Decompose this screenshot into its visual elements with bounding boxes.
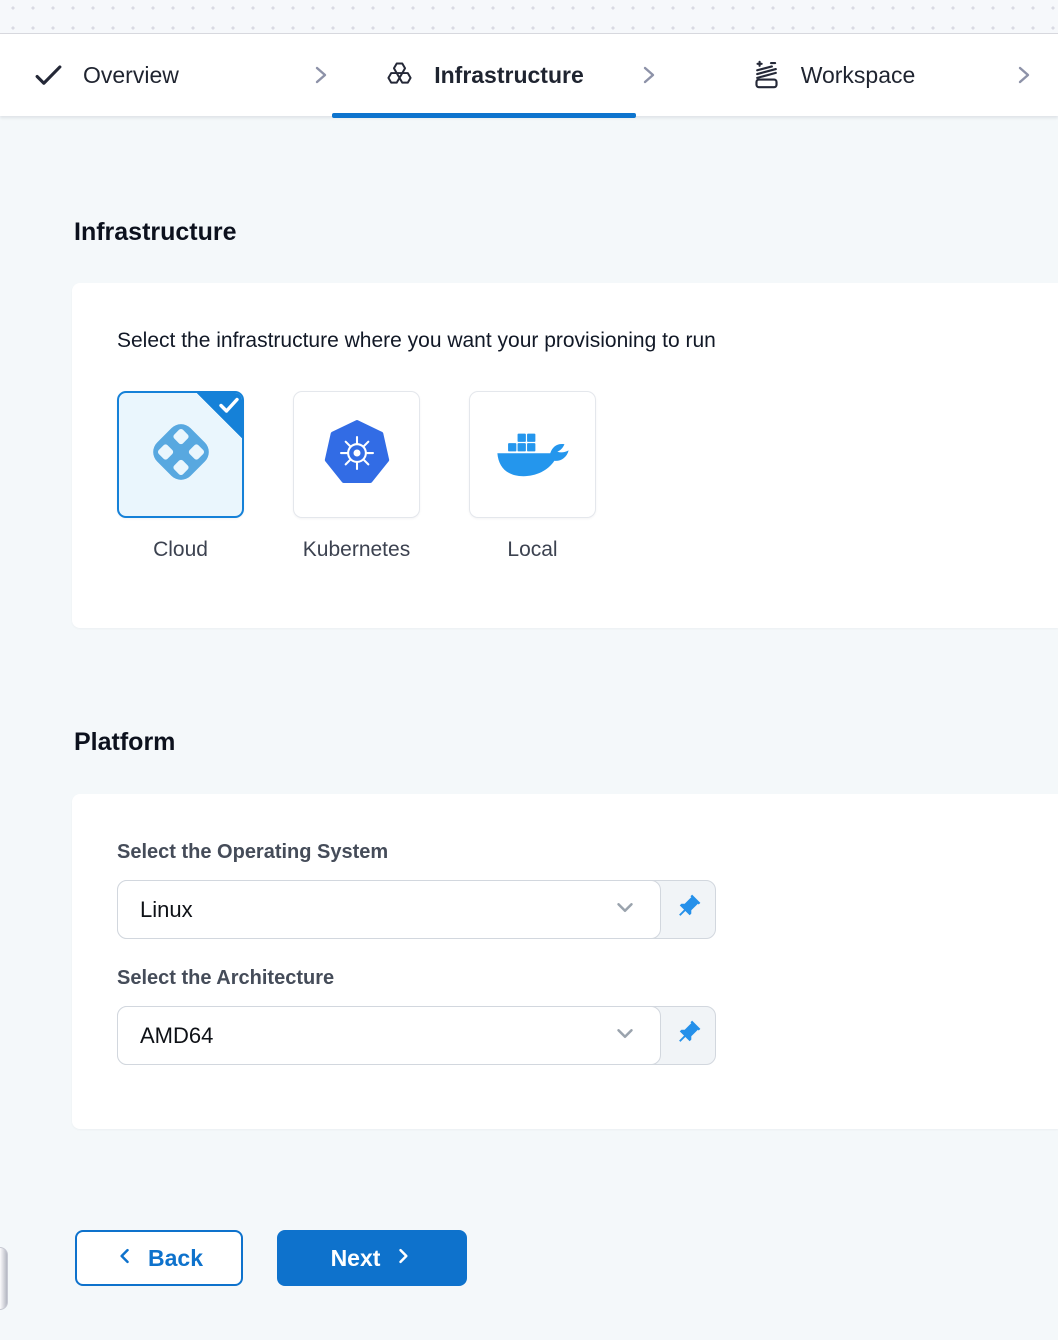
os-select-label: Select the Operating System <box>117 841 1013 864</box>
chevron-right-icon <box>636 63 660 87</box>
next-button[interactable]: Next <box>277 1230 467 1286</box>
option-kubernetes: Kubernetes <box>293 391 420 562</box>
back-button-label: Back <box>148 1245 203 1272</box>
hexagons-icon <box>384 60 415 91</box>
option-local-label: Local <box>507 538 557 562</box>
chevron-right-icon <box>1006 63 1040 87</box>
tab-infrastructure-label: Infrastructure <box>434 62 584 89</box>
selected-corner-badge <box>196 392 243 439</box>
kubernetes-icon <box>323 419 391 490</box>
canvas-dots-strip <box>0 0 1058 34</box>
tab-infrastructure[interactable]: Infrastructure <box>332 34 636 116</box>
next-button-label: Next <box>331 1245 381 1272</box>
tab-overview-label: Overview <box>83 62 179 89</box>
chevron-down-icon <box>612 894 638 925</box>
wizard-footer: Back Next <box>75 1230 1058 1286</box>
scroll-edge-artifact <box>0 1247 8 1310</box>
docker-icon <box>495 423 571 486</box>
option-kubernetes-tile[interactable] <box>293 391 420 518</box>
tab-workspace[interactable]: Workspace <box>660 34 1006 116</box>
tab-workspace-label: Workspace <box>801 62 916 89</box>
os-select-group: Linux <box>117 880 716 939</box>
infrastructure-card: Select the infrastructure where you want… <box>72 283 1058 628</box>
stack-icon <box>751 60 782 91</box>
pin-icon <box>674 893 702 926</box>
check-icon <box>33 60 64 91</box>
arch-pin-button[interactable] <box>661 1007 715 1064</box>
option-local-tile[interactable] <box>469 391 596 518</box>
chevron-down-icon <box>612 1020 638 1051</box>
os-pin-button[interactable] <box>661 881 715 938</box>
wizard-stepper: Overview Infrastructure W <box>0 34 1058 116</box>
os-select[interactable]: Linux <box>117 880 661 939</box>
chevron-right-icon <box>393 1245 413 1272</box>
pin-icon <box>674 1019 702 1052</box>
check-icon <box>218 396 240 414</box>
option-local: Local <box>469 391 596 562</box>
chevron-left-icon <box>115 1245 135 1272</box>
platform-section-heading: Platform <box>74 728 1058 757</box>
arch-select-value: AMD64 <box>140 1023 213 1049</box>
option-cloud-tile[interactable] <box>117 391 244 518</box>
option-cloud: Cloud <box>117 391 244 562</box>
tab-overview[interactable]: Overview <box>18 34 308 116</box>
platform-card: Select the Operating System Linux Select… <box>72 794 1058 1129</box>
os-select-value: Linux <box>140 897 193 923</box>
infrastructure-options: Cloud <box>117 391 1013 562</box>
chevron-right-icon <box>308 63 332 87</box>
option-kubernetes-label: Kubernetes <box>303 538 410 562</box>
arch-select[interactable]: AMD64 <box>117 1006 661 1065</box>
infrastructure-section-heading: Infrastructure <box>74 218 1058 247</box>
arch-select-label: Select the Architecture <box>117 967 1013 990</box>
option-cloud-label: Cloud <box>153 538 208 562</box>
arch-select-group: AMD64 <box>117 1006 716 1065</box>
infrastructure-prompt: Select the infrastructure where you want… <box>117 329 1013 353</box>
back-button[interactable]: Back <box>75 1230 243 1286</box>
